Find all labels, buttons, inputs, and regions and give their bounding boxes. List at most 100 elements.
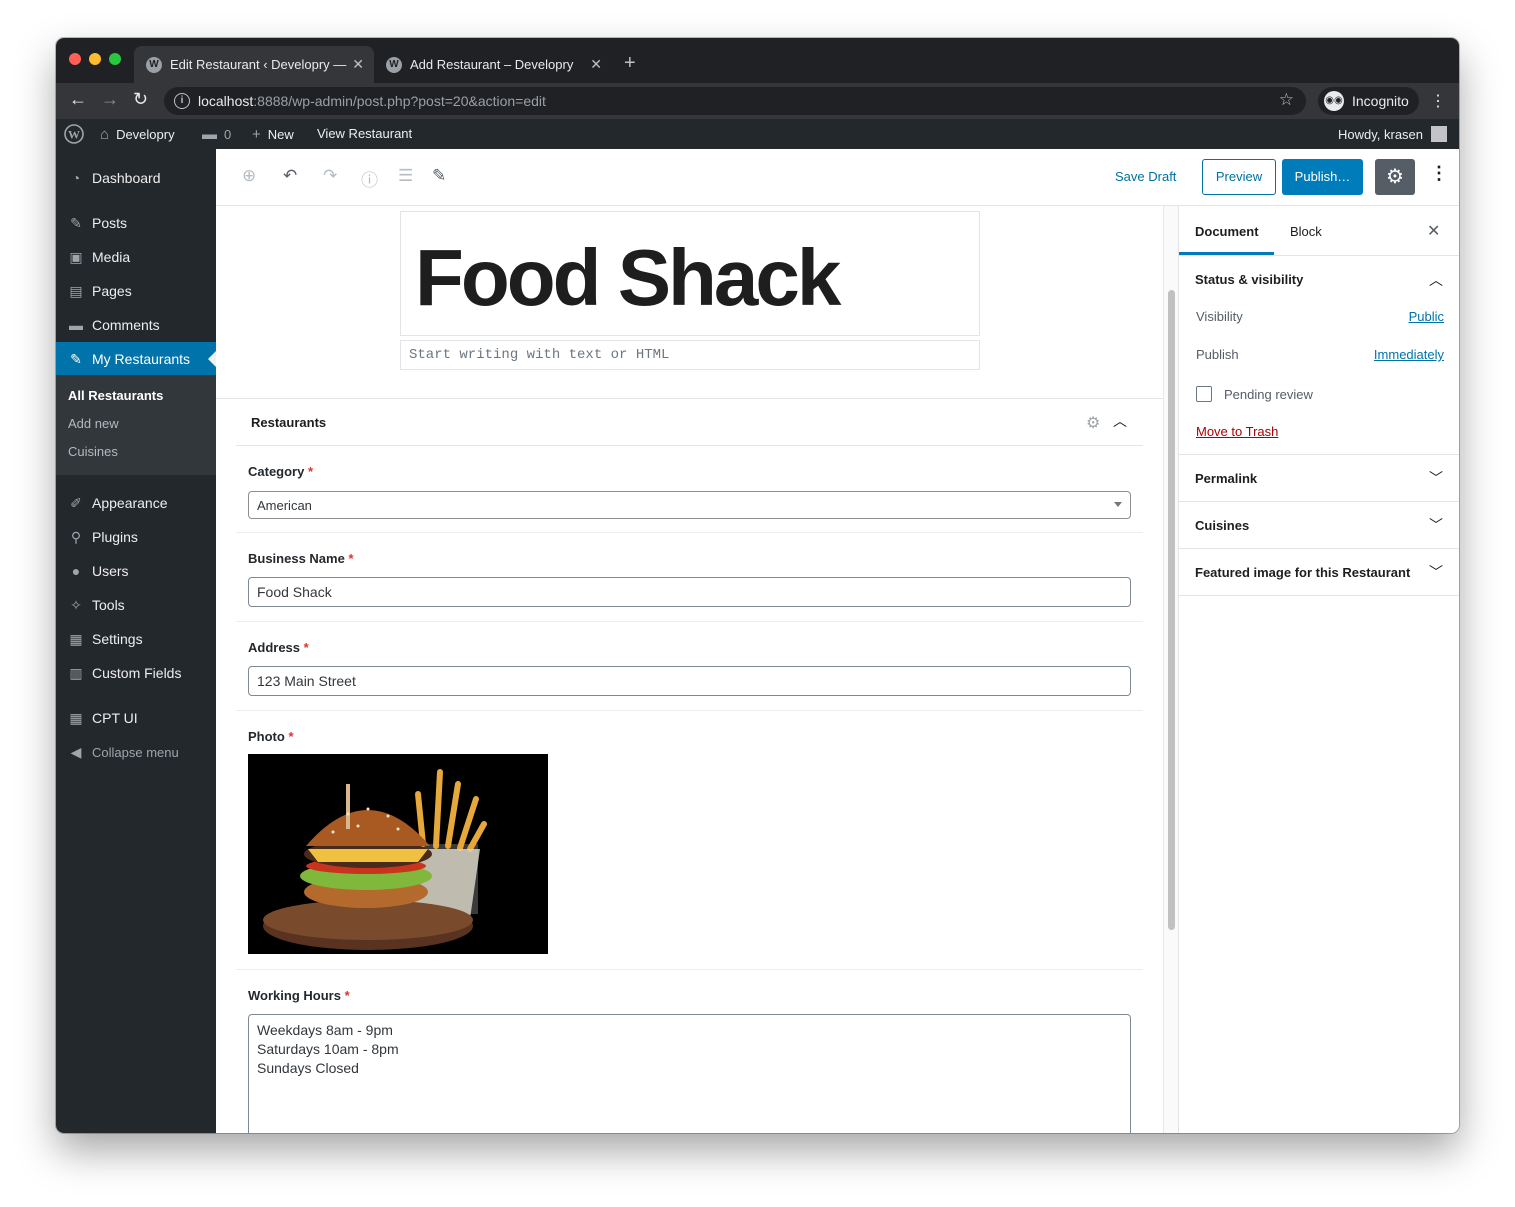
cuisines-panel[interactable]: Cuisines ﹀ [1179, 502, 1459, 549]
featured-image-panel[interactable]: Featured image for this Restaurant ﹀ [1179, 549, 1459, 596]
status-visibility-title[interactable]: Status & visibility [1195, 272, 1303, 287]
sidebar-item-dashboard[interactable]: ◔ Dashboard [56, 161, 216, 195]
address-input[interactable]: 123 Main Street [248, 666, 1131, 696]
incognito-badge[interactable]: ◉◉ Incognito [1318, 87, 1419, 115]
sidebar-item-label: Tools [92, 597, 125, 613]
chevron-down-icon[interactable]: ﹀ [1429, 515, 1443, 535]
sidebar-item-settings[interactable]: ▦ Settings [56, 622, 216, 656]
metabox-gear-icon[interactable]: ⚙ [1086, 413, 1100, 433]
tab-close-icon[interactable]: ✕ [352, 56, 364, 73]
cpt-icon: ▦ [69, 709, 83, 726]
metabox-title: Restaurants [251, 415, 327, 430]
add-block-icon[interactable]: ⊕ [242, 166, 256, 186]
window-close-button[interactable] [69, 53, 81, 65]
collapse-menu-button[interactable]: ◀ Collapse menu [56, 735, 216, 769]
category-select[interactable]: American [248, 491, 1131, 519]
chevron-down-icon[interactable]: ﹀ [1429, 562, 1443, 582]
view-restaurant-link[interactable]: View Restaurant [317, 126, 412, 141]
site-info-icon[interactable]: i [174, 93, 190, 109]
sidebar-item-pages[interactable]: ▤ Pages [56, 274, 216, 308]
browser-tab-active[interactable]: W Edit Restaurant ‹ Developry — ✕ [134, 46, 374, 83]
chevron-up-icon[interactable]: ︿ [1429, 270, 1443, 290]
chevron-down-icon[interactable]: ﹀ [1429, 468, 1443, 488]
sidebar-item-appearance[interactable]: ✐ Appearance [56, 486, 216, 520]
sidebar-item-label: Custom Fields [92, 665, 182, 681]
settings-gear-icon[interactable]: ⚙ [1375, 159, 1415, 195]
scrollbar-thumb[interactable] [1168, 290, 1175, 930]
submenu-all-restaurants[interactable]: All Restaurants [68, 388, 163, 403]
post-title-block[interactable]: Food Shack [400, 211, 980, 336]
sliders-icon: ▦ [69, 630, 83, 647]
chevron-up-icon[interactable]: ︿ [1113, 411, 1127, 431]
account-menu[interactable]: Howdy, krasen [1338, 126, 1448, 142]
editor-toolbar: ⊕ ↶ ↷ ⓘ ☰ ✎ Save Draft Preview Publish… … [216, 149, 1459, 206]
window-zoom-button[interactable] [109, 53, 121, 65]
reload-icon[interactable]: ↻ [133, 89, 148, 110]
sidebar-item-comments[interactable]: ▬ Comments [56, 308, 216, 342]
publish-date-link[interactable]: Immediately [1374, 347, 1444, 362]
permalink-title[interactable]: Permalink [1195, 471, 1257, 486]
close-icon[interactable]: ✕ [1427, 221, 1440, 241]
permalink-panel[interactable]: Permalink ﹀ [1179, 455, 1459, 502]
pending-review-label[interactable]: Pending review [1224, 387, 1313, 402]
tab-document[interactable]: Document [1195, 224, 1259, 239]
wordpress-favicon-icon: W [386, 56, 402, 73]
content-scrollbar[interactable] [1163, 206, 1178, 1133]
browser-toolbar: ← → ↻ i localhost:8888/wp-admin/post.php… [56, 83, 1459, 119]
redo-icon[interactable]: ↷ [323, 166, 337, 186]
howdy-label: Howdy, krasen [1338, 126, 1424, 142]
sidebar-item-my-restaurants[interactable]: ✎ My Restaurants [56, 342, 216, 376]
tab-close-icon[interactable]: ✕ [590, 56, 602, 73]
browser-window: W Edit Restaurant ‹ Developry — ✕ W Add … [56, 38, 1459, 1133]
sidebar-item-custom-fields[interactable]: ▥ Custom Fields [56, 656, 216, 690]
sidebar-item-cpt-ui[interactable]: ▦ CPT UI [56, 701, 216, 735]
site-name-link[interactable]: ⌂ Developry [100, 126, 175, 143]
category-value: American [257, 497, 312, 513]
back-arrow-icon[interactable]: ← [69, 89, 87, 110]
working-hours-textarea[interactable]: Weekdays 8am - 9pm Saturdays 10am - 8pm … [248, 1014, 1131, 1133]
cuisines-title[interactable]: Cuisines [1195, 518, 1249, 533]
user-icon: ● [71, 563, 81, 579]
sidebar-item-plugins[interactable]: ⚲ Plugins [56, 520, 216, 554]
publish-button[interactable]: Publish… [1282, 159, 1363, 195]
window-minimize-button[interactable] [89, 53, 101, 65]
dashboard-icon: ◔ [71, 170, 81, 186]
browser-tab[interactable]: W Add Restaurant – Developry ✕ [374, 46, 612, 83]
new-tab-icon[interactable]: + [624, 52, 636, 75]
undo-icon[interactable]: ↶ [283, 166, 297, 186]
featured-image-title[interactable]: Featured image for this Restaurant [1195, 565, 1410, 580]
address-label: Address * [248, 640, 309, 655]
burger-photo-image[interactable] [248, 754, 548, 954]
sidebar-item-tools[interactable]: ✧ Tools [56, 588, 216, 622]
submenu-cuisines[interactable]: Cuisines [68, 444, 118, 459]
plug-icon: ⚲ [70, 528, 82, 545]
sidebar-item-users[interactable]: ● Users [56, 554, 216, 588]
forward-arrow-icon[interactable]: → [101, 89, 119, 110]
outline-icon[interactable]: ☰ [398, 166, 413, 186]
sidebar-item-posts[interactable]: ✎ Posts [56, 206, 216, 240]
preview-button[interactable]: Preview [1202, 159, 1276, 195]
more-options-icon[interactable]: ⋮ [1430, 163, 1448, 184]
wordpress-logo-icon[interactable]: W [64, 124, 84, 144]
submenu-add-new[interactable]: Add new [68, 416, 119, 431]
save-draft-button[interactable]: Save Draft [1115, 169, 1176, 184]
sidebar-item-media[interactable]: ▣ Media [56, 240, 216, 274]
business-name-input[interactable]: Food Shack [248, 577, 1131, 607]
tab-block[interactable]: Block [1290, 224, 1322, 239]
block-appender[interactable]: Start writing with text or HTML [400, 340, 980, 370]
bookmark-star-icon[interactable]: ☆ [1279, 90, 1294, 110]
edit-mode-icon[interactable]: ✎ [432, 166, 446, 186]
restaurants-metabox-header: Restaurants ⚙ ︿ [236, 399, 1143, 446]
active-tab-indicator [1179, 252, 1274, 255]
pending-review-checkbox[interactable] [1196, 386, 1212, 402]
post-title[interactable]: Food Shack [415, 232, 841, 324]
move-to-trash-link[interactable]: Move to Trash [1196, 424, 1278, 439]
business-name-field: Business Name * Food Shack [236, 533, 1143, 622]
pin-icon: ✎ [70, 214, 82, 231]
visibility-link[interactable]: Public [1409, 309, 1444, 324]
comments-link[interactable]: ▬ 0 [202, 126, 231, 143]
address-bar[interactable]: i localhost:8888/wp-admin/post.php?post=… [164, 87, 1306, 115]
info-icon[interactable]: ⓘ [361, 166, 378, 191]
browser-menu-icon[interactable]: ⋮ [1430, 91, 1446, 111]
new-content-link[interactable]: + New [252, 126, 294, 143]
